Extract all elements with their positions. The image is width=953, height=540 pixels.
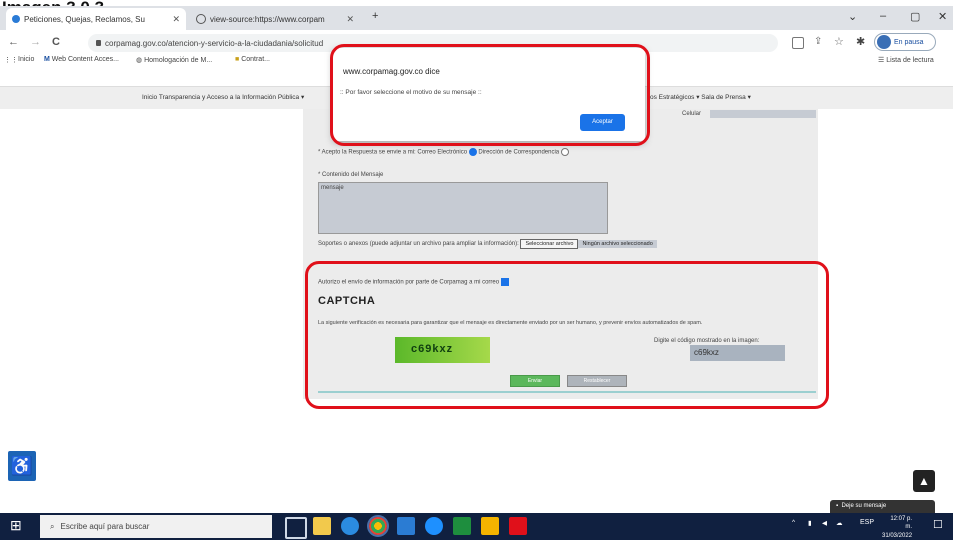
radio-email[interactable] xyxy=(468,148,477,156)
bookmark-inicio[interactable]: Inicio xyxy=(18,56,34,63)
globe-icon: ◍ xyxy=(136,57,143,64)
extensions-icon[interactable]: ✱ xyxy=(856,35,865,48)
response-option-2-label: Dirección de Correspondencia xyxy=(478,149,560,156)
clock-time: 12:07 p. m. xyxy=(890,516,912,531)
tab-pqrs[interactable]: Peticiones, Quejas, Reclamos, Su ✕ xyxy=(6,8,186,30)
new-tab-button[interactable]: + xyxy=(372,10,378,22)
file-status: Ningún archivo seleccionado xyxy=(578,240,657,248)
nav-right-items[interactable]: os Estratégicos ▾ Sala de Prensa ▾ xyxy=(650,93,751,101)
chat-icon: ▪ xyxy=(836,503,839,509)
acrobat-icon[interactable] xyxy=(509,517,527,535)
sticky-notes-icon[interactable] xyxy=(481,517,499,535)
clock-date: 31/03/2022 xyxy=(882,532,913,539)
bookmark-label: Contrat... xyxy=(241,56,270,63)
close-tab-icon[interactable]: ✕ xyxy=(172,14,180,25)
back-button[interactable]: ← xyxy=(8,36,19,48)
minimize-button[interactable]: – xyxy=(880,10,886,22)
onedrive-icon[interactable]: ☁ xyxy=(836,519,843,527)
avatar xyxy=(877,35,891,49)
reading-list-label: Lista de lectura xyxy=(886,57,934,64)
search-placeholder: Escribe aquí para buscar xyxy=(60,522,150,531)
cut-field-label: Celular xyxy=(682,111,702,117)
message-label: * Contenido del Mensaje xyxy=(318,172,384,178)
scroll-top-icon[interactable]: ▲ xyxy=(913,470,935,492)
forward-button[interactable]: → xyxy=(30,36,41,48)
message-textarea[interactable]: mensaje xyxy=(318,182,608,234)
highlight-dialog xyxy=(330,44,650,146)
bookmark-web-content[interactable]: M Web Content Acces... xyxy=(44,56,119,63)
response-preference: * Acepto la Respuesta se envie a mi: Cor… xyxy=(318,148,569,156)
apps-icon[interactable]: ⋮⋮ xyxy=(4,56,18,64)
chat-label: Deje su mensaje xyxy=(841,503,887,509)
chat-button[interactable]: ▪ Deje su mensaje xyxy=(830,500,935,513)
network-icon[interactable]: ▮ xyxy=(808,519,812,527)
reload-button[interactable]: C xyxy=(52,36,60,48)
internet-explorer-icon[interactable] xyxy=(425,517,443,535)
cut-field-input[interactable] xyxy=(710,110,816,118)
close-window-button[interactable]: ✕ xyxy=(938,10,947,23)
clock[interactable]: 12:07 p. m. 31/03/2022 xyxy=(882,515,912,540)
highlight-captcha xyxy=(305,261,829,409)
globe-icon xyxy=(196,14,206,24)
speaker-icon[interactable]: ◀ xyxy=(822,519,827,527)
notification-icon[interactable]: ☐ xyxy=(933,518,943,531)
message-value: mensaje xyxy=(321,185,344,191)
accessibility-icon[interactable]: ♿ xyxy=(8,451,36,481)
choose-file-button[interactable]: Seleccionar archivo xyxy=(520,239,579,249)
bookmark-homologacion[interactable]: ◍ Homologación de M... xyxy=(136,56,212,64)
language-indicator[interactable]: ESP xyxy=(860,519,874,526)
tab-favicon xyxy=(12,15,20,23)
bookmark-contrat[interactable]: ■ Contrat... xyxy=(235,56,270,63)
lock-icon xyxy=(96,40,101,46)
windows-start-icon[interactable]: ⊞ xyxy=(10,517,22,534)
tab-label: Peticiones, Quejas, Reclamos, Su xyxy=(24,14,145,24)
attachment-label: Soportes o anexos (puede adjuntar un arc… xyxy=(318,241,519,247)
bookmark-favicon-icon: ■ xyxy=(235,56,240,63)
close-tab-icon[interactable]: ✕ xyxy=(346,14,354,25)
radio-address[interactable] xyxy=(560,148,569,156)
nav-left-items[interactable]: Inicio Transparencia y Acceso a la Infor… xyxy=(142,93,304,101)
excel-icon[interactable] xyxy=(453,517,471,535)
reading-list[interactable]: ☰ Lista de lectura xyxy=(878,56,934,64)
response-label: * Acepto la Respuesta se envie a mi: Cor… xyxy=(318,149,468,156)
profile-button[interactable]: En pausa xyxy=(874,33,936,51)
bookmark-star-icon[interactable]: ☆ xyxy=(834,35,844,48)
search-icon: ⌕ xyxy=(50,521,55,531)
tab-label: view-source:https://www.corpam xyxy=(210,14,325,24)
profile-label: En pausa xyxy=(894,38,924,46)
url-text: corpamag.gov.co/atencion-y-servicio-a-la… xyxy=(105,38,324,48)
bookmark-label: Homologación de M... xyxy=(144,57,213,64)
attachment-row: Soportes o anexos (puede adjuntar un arc… xyxy=(318,239,657,249)
edge-icon[interactable] xyxy=(341,517,359,535)
tray-expand-icon[interactable]: ^ xyxy=(792,519,795,526)
translate-icon[interactable] xyxy=(792,37,804,49)
maximize-button[interactable]: ▢ xyxy=(910,10,920,23)
share-icon[interactable]: ⇪ xyxy=(814,36,822,47)
reading-list-icon: ☰ xyxy=(878,57,885,64)
outlook-icon[interactable] xyxy=(397,517,415,535)
chrome-icon[interactable] xyxy=(367,515,389,537)
file-explorer-icon[interactable] xyxy=(313,517,331,535)
tab-search-icon[interactable]: ⌄ xyxy=(848,10,857,23)
tab-view-source[interactable]: view-source:https://www.corpam ✕ xyxy=(190,8,360,30)
bookmark-label: Web Content Acces... xyxy=(51,56,119,63)
taskbar-search[interactable]: ⌕ Escribe aquí para buscar xyxy=(40,515,272,538)
task-view-icon[interactable] xyxy=(285,517,307,539)
